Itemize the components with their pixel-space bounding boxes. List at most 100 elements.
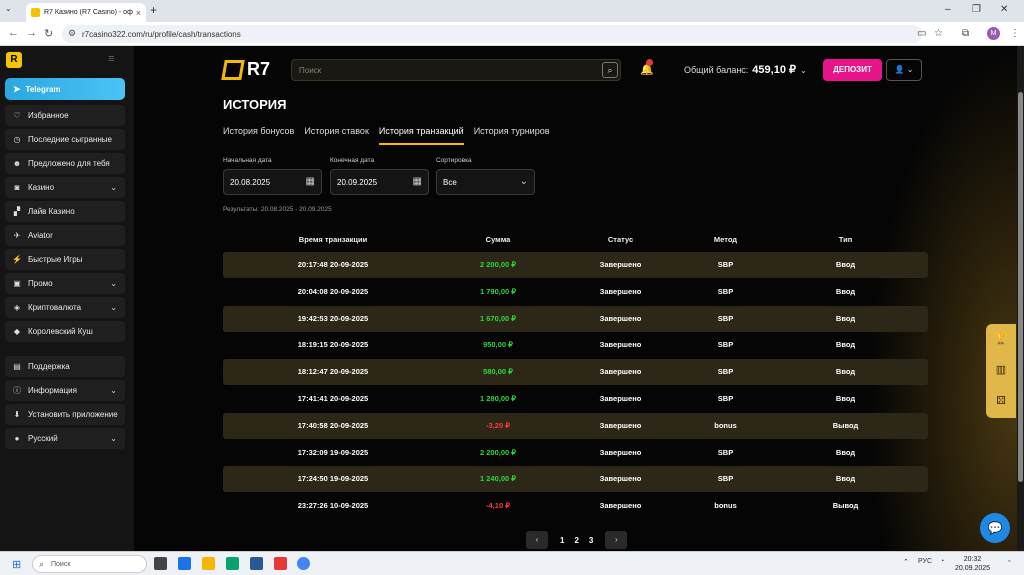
cell-status: Завершено <box>599 501 642 511</box>
sidebar-item[interactable]: ♡ Избранное <box>5 105 125 126</box>
table-header: Время транзакции Сумма Статус Метод Тип <box>223 234 928 246</box>
cell-method: SBP <box>717 474 734 484</box>
sidebar-item[interactable]: ▤ Поддержка <box>5 356 125 377</box>
tab-tournament-history[interactable]: История турниров <box>474 126 550 145</box>
chat-support-icon[interactable]: 💬 <box>980 513 1010 543</box>
tab-title: R7 Казино (R7 Casino) - офици <box>44 9 133 16</box>
brand-logo[interactable]: R7 <box>221 59 270 80</box>
cell-time: 20:17:48 20-09-2025 <box>297 260 369 269</box>
sidebar-item-label: Предложено для тебя <box>28 159 110 168</box>
close-window-icon[interactable]: ✕ <box>1000 4 1008 15</box>
sidebar-item[interactable]: ☻ Предложено для тебя <box>5 153 125 174</box>
windows-start-icon[interactable]: ⊞ <box>12 558 21 571</box>
deposit-button[interactable]: ДЕПОЗИТ <box>823 59 882 81</box>
app-icon[interactable] <box>250 557 263 570</box>
profile-avatar[interactable]: M <box>987 27 1000 40</box>
sidebar-item[interactable]: ▞ Лайв Казино <box>5 201 125 222</box>
clock-date: 20.09.2025 <box>955 565 991 572</box>
sidebar-item[interactable]: ▣ Промо ⌄ <box>5 273 125 294</box>
file-explorer-icon[interactable] <box>202 557 215 570</box>
extensions-icon[interactable]: ⧉ <box>962 28 969 39</box>
cell-status: Завершено <box>599 286 642 296</box>
network-icon[interactable]: ◔ <box>940 558 944 565</box>
sidebar-item[interactable]: ✈ Aviator <box>5 225 125 246</box>
tab-bonus-history[interactable]: История бонусов <box>223 126 294 145</box>
widgets-icon[interactable] <box>178 557 191 570</box>
chevron-down-icon: ⌄ <box>110 303 117 312</box>
start-date-field[interactable]: 20.08.2025 ▦ <box>223 169 322 195</box>
tab-bet-history[interactable]: История ставок <box>304 126 369 145</box>
next-page-icon[interactable]: › <box>605 531 628 549</box>
site-info-icon[interactable]: ⚙ <box>68 28 76 39</box>
minimize-icon[interactable]: – <box>945 4 951 15</box>
reload-icon[interactable]: ↻ <box>44 27 53 40</box>
tab-transaction-history[interactable]: История транзакций <box>378 126 464 145</box>
cell-status: Завершено <box>599 420 642 430</box>
sidebar-item[interactable]: ● Русский ⌄ <box>5 428 125 449</box>
col-status: Статус <box>607 235 634 244</box>
menu-dots-icon[interactable]: ⋮ <box>1010 28 1020 39</box>
trophy-icon[interactable]: 🏆 <box>986 324 1016 355</box>
edge-icon[interactable] <box>226 557 239 570</box>
plane-icon: ✈ <box>13 231 21 240</box>
gift-icon: ▣ <box>13 279 21 288</box>
cell-type: Ввод <box>835 313 856 323</box>
maximize-icon[interactable]: ❐ <box>972 4 981 15</box>
tray-arrow-icon[interactable]: ⌃ <box>903 558 909 566</box>
task-view-icon[interactable] <box>154 557 167 570</box>
notifications-bell-icon[interactable]: 🔔 <box>640 59 654 76</box>
search-input[interactable]: Поиск ⌕ <box>291 59 621 81</box>
search-icon[interactable]: ⌕ <box>602 62 618 78</box>
install-app-icon[interactable]: ▭ <box>917 28 926 39</box>
table-row: 17:32:09 19-09-2025 2 200,00 ₽ Завершено SB… <box>223 440 928 466</box>
notification-center-icon[interactable]: ▫ <box>1008 558 1010 565</box>
collapse-sidebar-icon[interactable]: ≡ <box>108 53 114 65</box>
language-indicator[interactable]: РУС <box>918 558 932 565</box>
scrollbar-thumb[interactable] <box>1018 92 1023 482</box>
cell-time: 17:32:09 19-09-2025 <box>297 447 369 457</box>
dice-icon[interactable]: ⚄ <box>986 386 1016 417</box>
sidebar-item-label: Лайв Казино <box>28 207 75 216</box>
url-field[interactable]: ⚙ r7casino322.com/ru/profile/cash/transa… <box>62 25 922 43</box>
shop-icon[interactable]: ▥ <box>986 355 1016 386</box>
calendar-icon[interactable]: ▦ <box>413 176 422 187</box>
table-row: 18:19:15 20-09-2025 950,00 ₽ Завершено SBP В… <box>223 332 928 358</box>
sidebar-item[interactable]: ◷ Последние сыгранные <box>5 129 125 150</box>
yandex-icon[interactable] <box>274 557 287 570</box>
page-1[interactable]: 1 <box>560 536 564 545</box>
page-scrollbar[interactable] <box>1017 46 1024 551</box>
bookmark-star-icon[interactable]: ☆ <box>934 28 943 39</box>
new-tab-icon[interactable]: + <box>150 3 157 17</box>
page-2[interactable]: 2 <box>574 536 578 545</box>
lightning-icon: ⚡ <box>12 255 22 264</box>
chrome-icon[interactable] <box>297 557 310 570</box>
prev-page-icon[interactable]: ‹ <box>526 531 548 549</box>
telegram-banner[interactable]: ➤ Telegram <box>5 78 125 100</box>
cell-status: Завершено <box>599 313 642 323</box>
sort-select[interactable]: Все ⌄ <box>436 169 535 195</box>
calendar-icon[interactable]: ▦ <box>306 176 315 187</box>
tab-search-icon[interactable]: ⌄ <box>5 4 12 13</box>
back-icon[interactable]: ← <box>8 27 19 39</box>
sidebar-item[interactable]: ◆ Королевский Куш <box>5 321 125 342</box>
sidebar-item[interactable]: ◈ Криптовалюта ⌄ <box>5 297 125 318</box>
end-date-field[interactable]: 20.09.2025 ▦ <box>330 169 429 195</box>
sidebar-item[interactable]: ⚡ Быстрые Игры <box>5 249 125 270</box>
taskbar-search[interactable]: ⌕ Поиск <box>32 555 147 573</box>
forward-icon[interactable]: → <box>26 27 37 39</box>
close-tab-icon[interactable]: × <box>136 8 141 18</box>
sidebar: R ≡ ➤ Telegram ♡ Избранное ◷ Последние сыгр… <box>0 46 134 551</box>
cell-type: Вывод <box>832 501 859 511</box>
crown-icon: ◆ <box>13 327 21 336</box>
user-menu-button[interactable]: 👤 ⌄ <box>886 59 922 81</box>
browser-tab[interactable]: R7 Казино (R7 Casino) - офици × <box>26 3 146 22</box>
sidebar-item[interactable]: ⓘ Информация ⌄ <box>5 380 125 401</box>
clock-time: 20:32 <box>963 556 982 563</box>
logo-icon[interactable]: R <box>6 52 22 68</box>
page-3[interactable]: 3 <box>589 536 593 545</box>
cell-amount: -3,20 ₽ <box>486 420 510 430</box>
balance-display[interactable]: Общий баланс: 459,10 ₽ ⌄ <box>684 63 807 76</box>
sidebar-item[interactable]: ⬇ Установить приложение <box>5 404 125 425</box>
sidebar-item[interactable]: ◙ Казино ⌄ <box>5 177 125 198</box>
clock[interactable]: 20:32 20.09.2025 <box>955 555 990 573</box>
